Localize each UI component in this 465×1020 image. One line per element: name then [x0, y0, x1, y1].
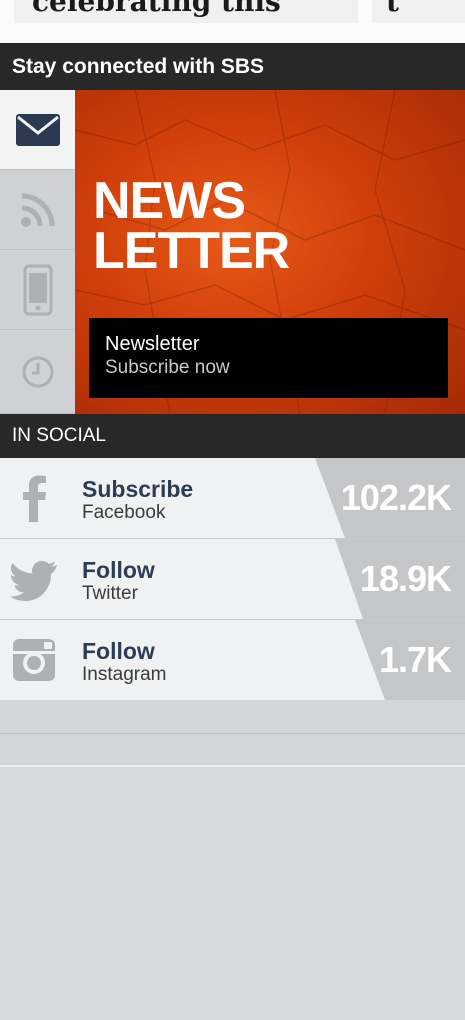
newsletter-label: Newsletter — [105, 333, 200, 355]
twitter-icon — [10, 561, 57, 601]
social-item-text: Subscribe Facebook — [82, 476, 193, 524]
newsletter-graphic-title: NEWS LETTER — [93, 172, 290, 280]
social-network-label: Instagram — [82, 664, 167, 685]
tab-email[interactable] — [0, 90, 75, 170]
follower-count: 102.2K — [340, 477, 452, 518]
envelope-icon — [15, 113, 60, 146]
tab-rss[interactable] — [0, 170, 75, 250]
facebook-icon — [23, 475, 46, 522]
social-action-label: Subscribe — [82, 476, 194, 502]
social-action-label: Follow — [82, 638, 155, 664]
stay-connected-heading: Stay connected with SBS — [0, 43, 465, 90]
article-fragment-strip: celebrating this t — [0, 0, 465, 43]
instagram-icon — [13, 639, 55, 681]
social-item-twitter[interactable]: Follow Twitter 18.9K — [0, 539, 465, 620]
subscribe-now-link[interactable]: Subscribe now — [105, 356, 448, 380]
clock-icon — [22, 356, 53, 387]
social-item-instagram[interactable]: Follow Instagram 1.7K — [0, 620, 465, 701]
social-network-label: Twitter — [82, 583, 138, 604]
tab-mobile[interactable] — [0, 250, 75, 330]
newsletter-subscribe-box[interactable]: Newsletter Subscribe now — [89, 318, 448, 398]
tab-history[interactable] — [0, 330, 75, 414]
social-action-label: Follow — [82, 557, 155, 583]
social-item-text: Follow Twitter — [82, 557, 155, 605]
article-headline-fragment[interactable]: celebrating this — [14, 0, 358, 23]
follower-count: 18.9K — [359, 558, 452, 599]
mobile-phone-icon — [23, 264, 52, 315]
social-item-facebook[interactable]: Subscribe Facebook 102.2K — [0, 458, 465, 539]
article-headline-fragment-right[interactable]: t — [372, 0, 465, 23]
social-network-label: Facebook — [82, 502, 166, 523]
empty-row — [0, 734, 465, 767]
rss-icon — [20, 193, 54, 227]
stay-connected-tabs — [0, 90, 75, 414]
follower-count: 1.7K — [378, 639, 452, 680]
social-item-text: Follow Instagram — [82, 638, 166, 686]
in-social-heading: IN SOCIAL — [0, 414, 465, 458]
newsletter-panel[interactable]: NEWS LETTER Newsletter Subscribe now — [75, 90, 465, 414]
empty-row — [0, 700, 465, 734]
